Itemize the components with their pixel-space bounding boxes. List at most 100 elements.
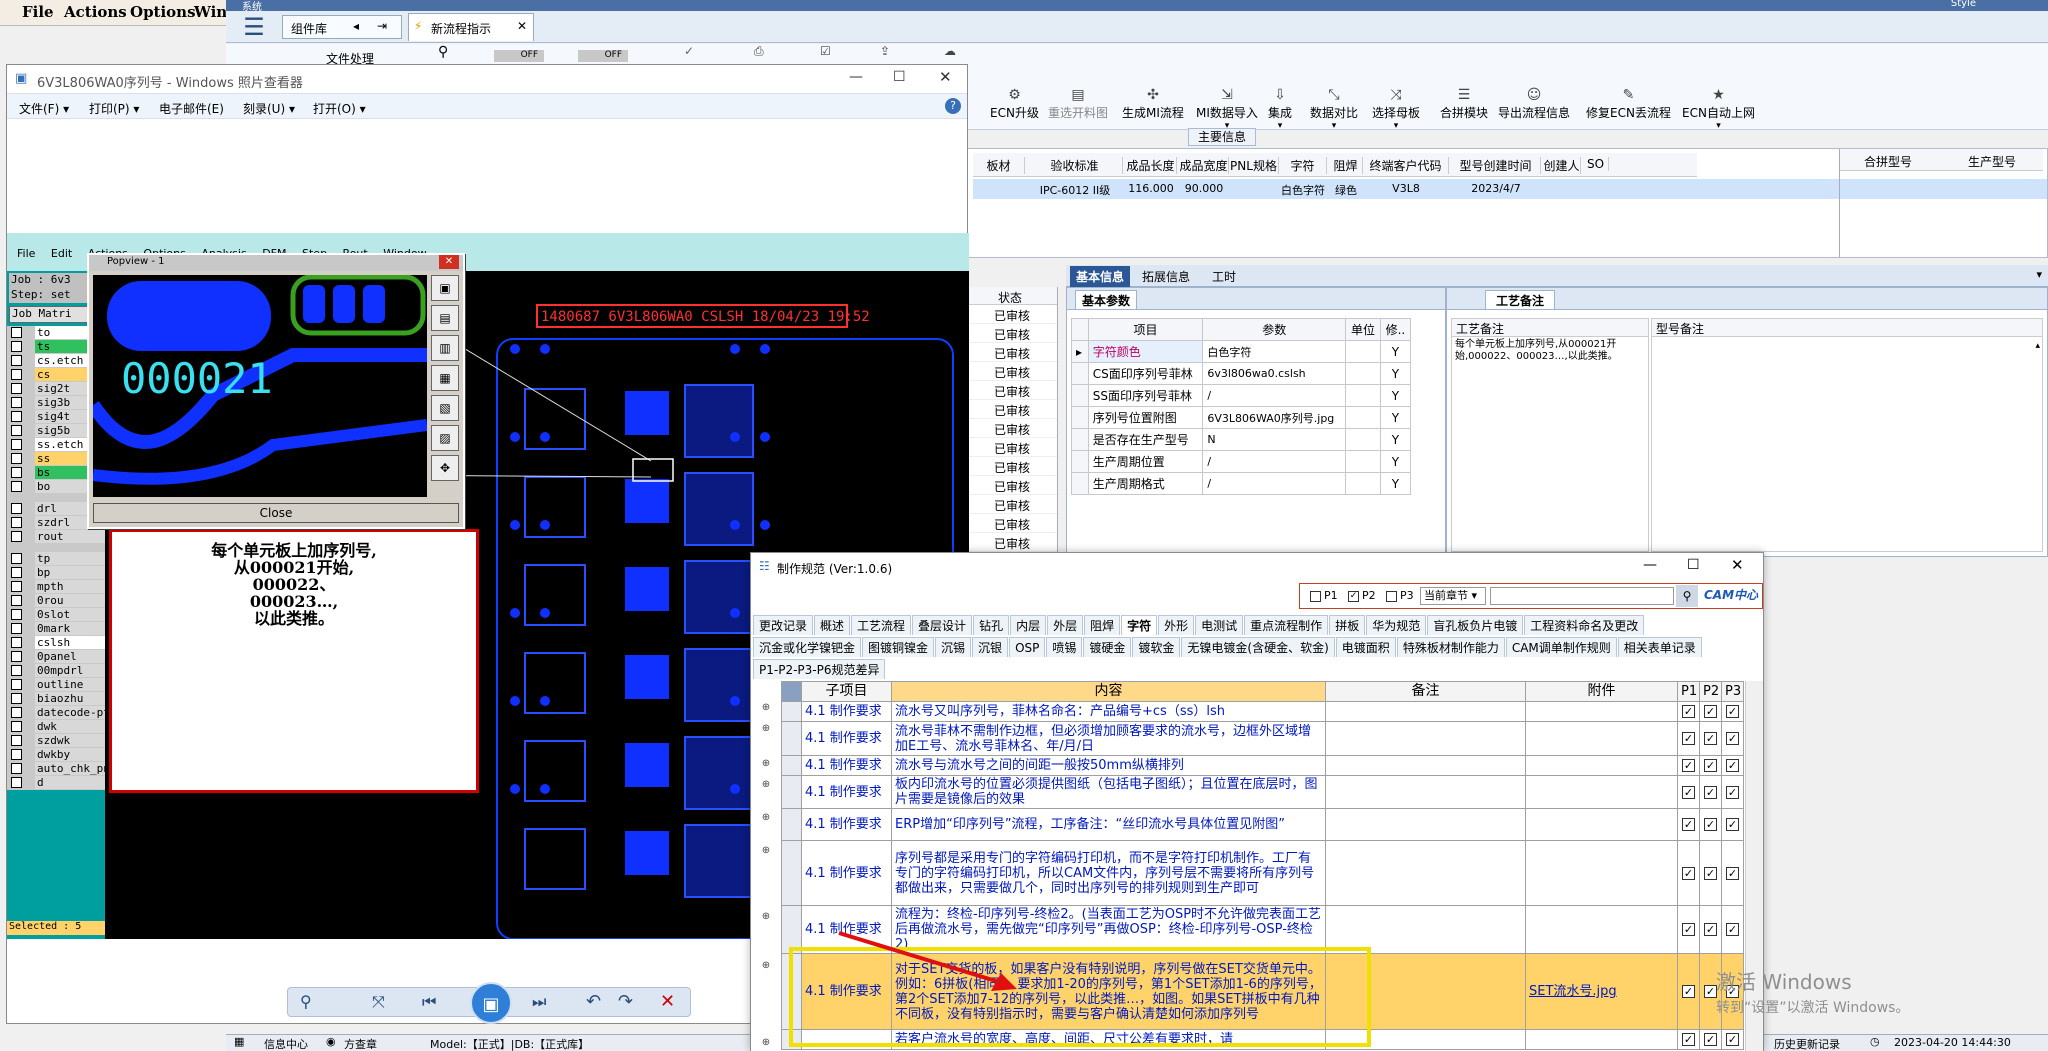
expand-icon[interactable]: ⊕ [751, 1037, 781, 1051]
spec-p-cell[interactable]: ✓ [1721, 701, 1744, 722]
fix-ecn-button[interactable]: ✎ 修复ECN丢流程 [1586, 86, 1671, 121]
params-value[interactable]: / [1202, 450, 1347, 473]
spec-p-checkbox[interactable]: ✓ [1726, 759, 1739, 772]
layer-checkbox[interactable] [11, 327, 22, 338]
spec-p-cell[interactable]: ✓ [1721, 755, 1744, 776]
spec-p-cell[interactable]: ✓ [1699, 701, 1722, 722]
chevron-down-icon[interactable]: ▾ [2036, 268, 2042, 281]
mi-import-button[interactable]: ⇲ MI数据导入 ▾ [1196, 86, 1258, 131]
grid-icon[interactable]: ▨ [431, 425, 459, 451]
layer-item[interactable]: cslsh [7, 636, 105, 650]
params-value[interactable]: N [1202, 428, 1347, 451]
layer-checkbox[interactable] [11, 411, 22, 422]
spec-tab[interactable]: 盲孔板负片电镀 [1427, 615, 1524, 635]
chevron-left-icon[interactable]: ◂ [353, 19, 359, 33]
layer-item[interactable]: dwkby [7, 748, 105, 762]
rotate-left-icon[interactable]: ↶ [586, 991, 601, 1012]
tab-extended-info[interactable]: 拓展信息 [1142, 268, 1190, 285]
layer-checkbox[interactable] [11, 637, 22, 648]
spec-tab[interactable]: 相关表单记录 [1617, 637, 1702, 657]
search-icon[interactable]: ⚲ [1676, 585, 1698, 607]
spec-tab[interactable]: 内层 [1010, 615, 1047, 635]
layer-item[interactable]: tp [7, 552, 105, 566]
spec-p-checkbox[interactable]: ✓ [1726, 705, 1739, 718]
popview-close-button[interactable]: Close [93, 503, 459, 523]
spec-p-cell[interactable]: ✓ [1677, 905, 1700, 954]
expand-icon[interactable]: ⊕ [751, 911, 781, 959]
spec-p-cell[interactable]: ✓ [1699, 1029, 1722, 1050]
params-row[interactable]: 生产周期格式 / Y [1071, 472, 1412, 495]
spec-p-cell[interactable]: ✓ [1721, 721, 1744, 756]
layer-item[interactable]: outline [7, 678, 105, 692]
off-toggle-2[interactable]: OFF [578, 50, 628, 62]
generate-mi-button[interactable]: ✣ 生成MI流程 [1122, 86, 1184, 121]
popview-close-icon[interactable]: ✕ [439, 255, 459, 269]
select-mother-button[interactable]: ⤨ 选择母板 ▾ [1372, 86, 1420, 131]
layer-checkbox[interactable] [11, 531, 22, 542]
info-center-label[interactable]: 信息中心 [264, 1036, 308, 1051]
spec-p-checkbox[interactable]: ✓ [1682, 759, 1695, 772]
layer-checkbox[interactable] [11, 383, 22, 394]
spec-p-cell[interactable]: ✓ [1677, 721, 1700, 756]
params-row[interactable]: 生产周期位置 / Y [1071, 450, 1412, 473]
spec-p-checkbox[interactable]: ✓ [1704, 923, 1717, 936]
spec-tab[interactable]: 字符 [1121, 615, 1158, 635]
menu-print[interactable]: 打印(P) ▾ [89, 100, 139, 117]
layer-checkbox[interactable] [11, 595, 22, 606]
spec-p-cell[interactable]: ✓ [1699, 840, 1722, 906]
spec-p-checkbox[interactable]: ✓ [1704, 1033, 1717, 1046]
layer-checkbox[interactable] [11, 453, 22, 464]
spec-p-cell[interactable]: ✓ [1699, 808, 1722, 841]
spec-p-checkbox[interactable]: ✓ [1682, 818, 1695, 831]
measure-icon[interactable]: ▧ [431, 395, 459, 421]
p3-checkbox[interactable] [1386, 591, 1397, 602]
search-input[interactable] [1490, 587, 1674, 605]
fullscreen-icon[interactable]: ⤧ [372, 992, 385, 1012]
spec-p-checkbox[interactable]: ✓ [1704, 785, 1717, 799]
layer-checkbox[interactable] [11, 341, 22, 352]
expand-icon[interactable]: ⊕ [751, 758, 781, 778]
layer-checkbox[interactable] [11, 679, 22, 690]
layer-checkbox[interactable] [11, 581, 22, 592]
spec-p-cell[interactable]: ✓ [1721, 1029, 1744, 1050]
params-value[interactable]: 白色字符 [1202, 340, 1347, 363]
layer-item[interactable]: 0mark [7, 622, 105, 636]
params-value[interactable]: / [1202, 384, 1347, 407]
data-compare-button[interactable]: ⤡ 数据对比 ▾ [1310, 86, 1358, 131]
menu-options[interactable]: Options [130, 3, 196, 21]
layer-checkbox[interactable] [11, 693, 22, 704]
layer-checkbox[interactable] [11, 355, 22, 366]
cloud-icon[interactable]: ☁ [944, 44, 956, 58]
minimize-icon[interactable]: — [1643, 557, 1657, 573]
spec-tab[interactable]: 沉银 [972, 637, 1009, 657]
expand-icon[interactable]: ⊕ [751, 812, 781, 844]
spec-p-checkbox[interactable]: ✓ [1682, 923, 1695, 936]
slideshow-icon[interactable]: ▣ [470, 982, 512, 1024]
layer-checkbox[interactable] [11, 369, 22, 380]
spec-p-checkbox[interactable]: ✓ [1704, 866, 1717, 880]
menu-file[interactable]: File [22, 3, 54, 21]
approve-icon[interactable]: ☑ [820, 44, 831, 58]
spec-p-cell[interactable]: ✓ [1677, 1029, 1700, 1050]
p1-checkbox[interactable] [1310, 591, 1321, 602]
params-row[interactable]: SS面印序列号菲林 / Y [1071, 384, 1412, 407]
params-value[interactable]: / [1202, 472, 1347, 495]
spec-p-checkbox[interactable]: ✓ [1682, 866, 1695, 880]
spec-tab[interactable]: 无镍电镀金(含硬金、软金) [1181, 637, 1335, 657]
params-row[interactable]: 是否存在生产型号 N Y [1071, 428, 1412, 451]
spec-p-checkbox[interactable]: ✓ [1704, 705, 1717, 718]
layer-checkbox[interactable] [11, 623, 22, 634]
spec-p-checkbox[interactable]: ✓ [1682, 705, 1695, 718]
basic-params-label[interactable]: 基本参数 [1075, 290, 1138, 309]
params-row[interactable]: 序列号位置附图 6V3L806WA0序列号.jpg Y [1071, 406, 1412, 429]
menu-email[interactable]: 电子邮件(E) [159, 100, 224, 117]
pan-icon[interactable]: ▥ [431, 335, 459, 361]
maximize-icon[interactable]: ☐ [893, 69, 906, 85]
history-label[interactable]: 历史更新记录 [1774, 1036, 1840, 1051]
layer-checkbox[interactable] [11, 721, 22, 732]
spec-p-checkbox[interactable]: ✓ [1682, 1033, 1695, 1046]
spec-tab[interactable]: 外形 [1158, 615, 1195, 635]
upload-icon[interactable]: ⇪ [880, 44, 890, 58]
check-icon[interactable]: ✓ [684, 44, 694, 58]
spec-row[interactable]: 4.1 制作要求 板内印流水号的位置必须提供图纸（包括电子图纸）；且位置在底层时，… [781, 775, 1744, 809]
